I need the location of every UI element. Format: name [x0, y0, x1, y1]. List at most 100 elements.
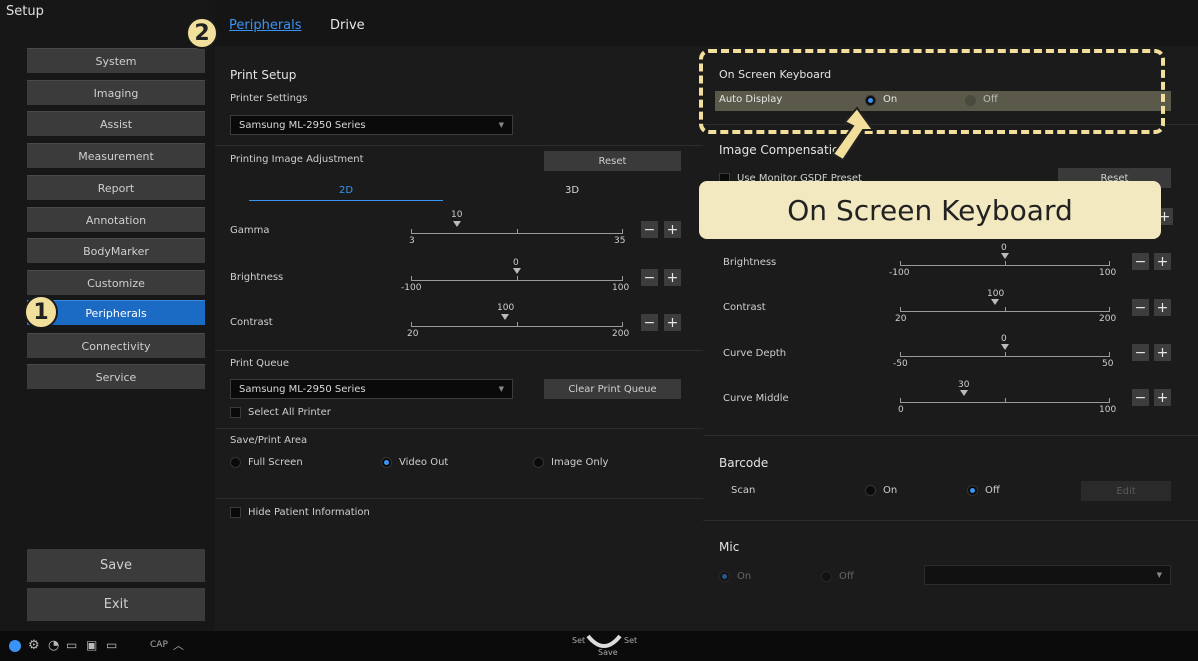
tab-peripherals[interactable]: Peripherals: [229, 18, 302, 33]
chevron-down-icon: ▼: [498, 121, 504, 129]
mic-on-label: On: [737, 571, 752, 582]
sidebar-item-customize[interactable]: Customize: [27, 270, 205, 295]
curve-depth-value: 0: [1001, 334, 1007, 344]
exit-button[interactable]: Exit: [27, 588, 205, 621]
tab-3d[interactable]: 3D: [475, 185, 669, 196]
contrast-thumb[interactable]: [501, 314, 509, 320]
curve-middle-minus-button[interactable]: −: [1132, 389, 1149, 406]
mic-select[interactable]: ▼: [924, 565, 1171, 585]
chevron-down-icon: ▼: [1156, 571, 1162, 579]
clock-icon: ◔: [48, 638, 60, 653]
select-all-printer-label: Select All Printer: [248, 407, 331, 418]
osk-callout: On Screen Keyboard: [699, 181, 1161, 239]
video-out-radio[interactable]: [381, 457, 392, 468]
full-screen-label: Full Screen: [248, 457, 303, 468]
setup-title: Setup: [6, 4, 44, 19]
curve-middle-plus-button[interactable]: +: [1154, 389, 1171, 406]
clear-print-queue-button[interactable]: Clear Print Queue: [544, 379, 681, 399]
gamma-thumb[interactable]: [453, 221, 461, 227]
hide-patient-info-checkbox[interactable]: [230, 507, 241, 518]
print-reset-button[interactable]: Reset: [544, 151, 681, 171]
mic-off-radio[interactable]: [821, 571, 832, 582]
mic-off-label: Off: [839, 571, 854, 582]
network-icon: ▭: [66, 638, 78, 652]
brightness-minus-button[interactable]: −: [641, 269, 658, 286]
chevron-down-icon: ▼: [498, 385, 504, 393]
contrast-minus-button[interactable]: −: [641, 314, 658, 331]
scan-on-radio[interactable]: [865, 485, 876, 496]
save-small-label: Save: [598, 648, 618, 657]
ic-brightness-min: -100: [889, 268, 910, 278]
sidebar-item-assist[interactable]: Assist: [27, 111, 205, 136]
divider: [703, 435, 1198, 436]
gamma-max: 35: [614, 236, 626, 246]
sidebar-item-system[interactable]: System: [27, 48, 205, 73]
contrast-label: Contrast: [230, 317, 273, 328]
gamma-plus-button[interactable]: +: [664, 221, 681, 238]
divider: [215, 428, 703, 429]
gamma-minus-button[interactable]: −: [641, 221, 658, 238]
ic-contrast-max: 200: [1099, 314, 1117, 324]
brightness-min: -100: [401, 283, 422, 293]
print-queue-value: Samsung ML-2950 Series: [239, 383, 366, 395]
ic-contrast-label: Contrast: [723, 302, 766, 313]
pointer-arrow-icon: [831, 106, 875, 162]
tab-drive[interactable]: Drive: [330, 18, 365, 33]
brightness-thumb[interactable]: [513, 268, 521, 274]
ic-contrast-value: 100: [987, 289, 1005, 299]
ic-contrast-plus-button[interactable]: +: [1154, 299, 1171, 316]
image-only-label: Image Only: [551, 457, 609, 468]
ic-contrast-thumb[interactable]: [991, 299, 999, 305]
sidebar-item-measurement[interactable]: Measurement: [27, 143, 205, 168]
divider: [215, 145, 703, 146]
status-bar: ⚙ ◔ ▭ ▣ ▭ CAP ︿ Set Set Save: [0, 631, 1198, 661]
curve-middle-label: Curve Middle: [723, 393, 789, 404]
printer-select-value: Samsung ML-2950 Series: [239, 119, 366, 131]
curve-middle-value: 30: [958, 380, 970, 390]
ic-contrast-minus-button[interactable]: −: [1132, 299, 1149, 316]
curve-depth-plus-button[interactable]: +: [1154, 344, 1171, 361]
sidebar-item-report[interactable]: Report: [27, 175, 205, 200]
sidebar-item-annotation[interactable]: Annotation: [27, 207, 205, 232]
divider: [215, 350, 703, 351]
scan-off-radio[interactable]: [967, 485, 978, 496]
image-only-radio[interactable]: [533, 457, 544, 468]
brightness-value: 0: [513, 258, 519, 268]
ic-brightness-minus-button[interactable]: −: [1132, 253, 1149, 270]
brightness-max: 100: [612, 283, 630, 293]
printer-select[interactable]: Samsung ML-2950 Series ▼: [230, 115, 513, 135]
print-queue-select[interactable]: Samsung ML-2950 Series ▼: [230, 379, 513, 399]
set-left-label: Set: [572, 636, 586, 645]
sidebar-item-connectivity[interactable]: Connectivity: [27, 333, 205, 358]
save-button[interactable]: Save: [27, 549, 205, 582]
divider: [703, 520, 1198, 521]
ic-brightness-thumb[interactable]: [1001, 253, 1009, 259]
contrast-plus-button[interactable]: +: [664, 314, 681, 331]
curve-depth-label: Curve Depth: [723, 348, 787, 359]
barcode-title: Barcode: [719, 456, 769, 470]
save-print-area-label: Save/Print Area: [230, 435, 308, 446]
curve-depth-max: 50: [1102, 359, 1114, 369]
barcode-edit-button[interactable]: Edit: [1081, 481, 1171, 501]
gamma-value: 10: [451, 210, 463, 220]
ic-brightness-plus-button[interactable]: +: [1154, 253, 1171, 270]
chevron-up-icon[interactable]: ︿: [173, 637, 184, 653]
brightness-plus-button[interactable]: +: [664, 269, 681, 286]
sidebar-item-bodymarker[interactable]: BodyMarker: [27, 238, 205, 263]
full-screen-radio[interactable]: [230, 457, 241, 468]
sidebar-item-imaging[interactable]: Imaging: [27, 80, 205, 105]
curve-middle-min: 0: [898, 405, 904, 415]
printer-settings-label: Printer Settings: [230, 93, 308, 104]
user-icon: [9, 640, 21, 652]
gamma-min: 3: [409, 236, 415, 246]
mic-on-radio[interactable]: [719, 571, 730, 582]
scan-off-label: Off: [985, 485, 1000, 496]
ic-brightness-label: Brightness: [723, 257, 777, 268]
sidebar-item-service[interactable]: Service: [27, 364, 205, 389]
ic-brightness-value: 0: [1001, 243, 1007, 253]
tab-2d[interactable]: 2D: [249, 185, 443, 196]
curve-middle-thumb[interactable]: [960, 390, 968, 396]
curve-depth-thumb[interactable]: [1001, 344, 1009, 350]
select-all-printer-checkbox[interactable]: [230, 407, 241, 418]
curve-depth-minus-button[interactable]: −: [1132, 344, 1149, 361]
